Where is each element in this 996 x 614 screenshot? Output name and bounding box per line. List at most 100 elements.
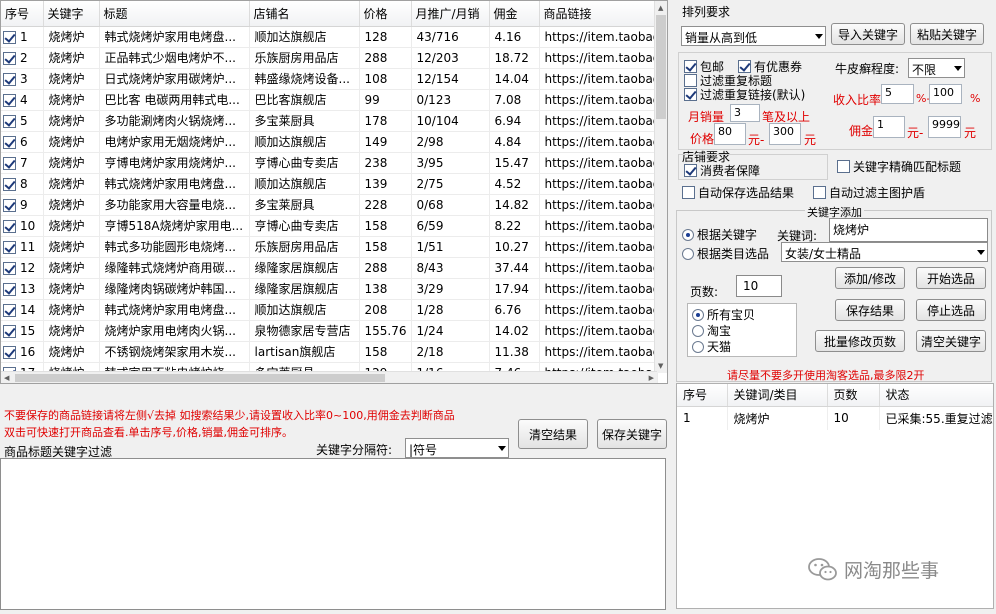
task-col-no[interactable]: 序号 — [677, 384, 728, 407]
row-select-cell[interactable]: 14 — [1, 299, 44, 321]
clear-results-button[interactable]: 清空结果 — [518, 419, 588, 449]
row-checkbox[interactable] — [3, 345, 16, 359]
table-row[interactable]: 5 烧烤炉 多功能涮烤肉火锅烧烤... 多宝莱厨具 178 10/104 6.94 https… — [1, 110, 658, 132]
row-checkbox[interactable] — [3, 72, 16, 86]
vertical-scroll-thumb[interactable] — [656, 15, 666, 119]
row-checkbox[interactable] — [3, 282, 16, 296]
clear-keywords-button[interactable]: 清空关键字 — [916, 330, 986, 352]
table-vertical-scrollbar[interactable]: ▲ ▼ — [654, 1, 667, 373]
row-checkbox[interactable] — [3, 198, 16, 212]
table-row[interactable]: 2 烧烤炉 正品韩式少烟电烤炉不... 乐族厨房用品店 288 12/203 18.72 ht… — [1, 47, 658, 69]
col-header-shop[interactable]: 店铺名 — [249, 1, 360, 27]
separator-select[interactable]: |符号 — [405, 438, 509, 458]
row-checkbox[interactable] — [3, 303, 16, 317]
horizontal-scroll-thumb[interactable] — [15, 374, 385, 382]
row-select-cell[interactable]: 6 — [1, 131, 44, 153]
income-min-input[interactable]: 5 — [881, 84, 914, 104]
table-row[interactable]: 3 烧烤炉 日式烧烤炉家用碳烤炉... 韩盛缘烧烤设备... 108 12/154 14.0… — [1, 68, 658, 90]
leather-select[interactable]: 不限 — [908, 58, 965, 78]
table-row[interactable]: 9 烧烤炉 多功能家用大容量电烧... 多宝莱厨具 228 0/68 14.82 https:… — [1, 194, 658, 216]
row-select-cell[interactable]: 13 — [1, 278, 44, 300]
col-header-no[interactable]: 序号 — [1, 1, 44, 27]
row-select-cell[interactable]: 7 — [1, 152, 44, 174]
scope-taobao-radio[interactable]: 淘宝 — [692, 322, 731, 339]
by-keyword-radio[interactable]: 根据关键字 — [682, 226, 757, 243]
col-header-title[interactable]: 标题 — [99, 1, 250, 27]
col-header-commission[interactable]: 佣金 — [489, 1, 540, 27]
import-keywords-button[interactable]: 导入关键字 — [831, 23, 905, 45]
filter-dup-link-checkbox[interactable]: 过滤重复链接(默认) — [684, 86, 805, 103]
monthly-sales-input[interactable]: 3 — [730, 104, 760, 122]
save-keywords-button[interactable]: 保存关键字 — [597, 419, 667, 449]
task-col-pages[interactable]: 页数 — [827, 384, 880, 407]
income-max-input[interactable]: 100 — [929, 84, 962, 104]
row-select-cell[interactable]: 8 — [1, 173, 44, 195]
task-col-status[interactable]: 状态 — [879, 384, 993, 407]
row-select-cell[interactable]: 2 — [1, 47, 44, 69]
commission-max-input[interactable]: 9999 — [928, 116, 961, 138]
col-header-link[interactable]: 商品链接 — [539, 1, 658, 27]
pages-input[interactable]: 10 — [736, 275, 782, 297]
table-row[interactable]: 1 烧烤炉 韩式烧烤炉家用电烤盘... 顺加达旗舰店 128 43/716 4.16 http… — [1, 26, 658, 48]
scroll-down-icon[interactable]: ▼ — [658, 361, 663, 371]
row-checkbox[interactable] — [3, 324, 16, 338]
table-row[interactable]: 11 烧烤炉 韩式多功能圆形电烧烤... 乐族厨房用品店 158 1/51 10.27 htt… — [1, 236, 658, 258]
table-row[interactable]: 12 烧烤炉 缘隆韩式烧烤炉商用碳... 缘隆家居旗舰店 288 8/43 37.44 htt… — [1, 257, 658, 279]
paste-keywords-button[interactable]: 粘贴关键字 — [910, 23, 984, 45]
save-results-button[interactable]: 保存结果 — [835, 299, 905, 321]
task-col-keyword[interactable]: 关键词/类目 — [727, 384, 828, 407]
row-checkbox[interactable] — [3, 93, 16, 107]
add-modify-button[interactable]: 添加/修改 — [835, 267, 905, 289]
table-row[interactable]: 6 烧烤炉 电烤炉家用无烟烧烤炉... 顺加达旗舰店 149 2/98 4.84 https:… — [1, 131, 658, 153]
row-checkbox[interactable] — [3, 135, 16, 149]
stop-selection-button[interactable]: 停止选品 — [916, 299, 986, 321]
row-select-cell[interactable]: 9 — [1, 194, 44, 216]
row-checkbox[interactable] — [3, 219, 16, 233]
start-selection-button[interactable]: 开始选品 — [916, 267, 986, 289]
table-horizontal-scrollbar[interactable]: ◀ ▶ — [1, 371, 657, 383]
price-max-input[interactable]: 300 — [769, 123, 801, 145]
auto-filter-main-checkbox[interactable]: 自动过滤主图护盾 — [813, 184, 925, 201]
scope-all-radio[interactable]: 所有宝贝 — [692, 306, 755, 323]
scroll-up-icon[interactable]: ▲ — [658, 3, 663, 13]
row-select-cell[interactable]: 11 — [1, 236, 44, 258]
row-select-cell[interactable]: 12 — [1, 257, 44, 279]
by-category-radio[interactable]: 根据类目选品 — [682, 245, 769, 262]
row-select-cell[interactable]: 4 — [1, 89, 44, 111]
table-row[interactable]: 8 烧烤炉 韩式烧烤炉家用电烤盘... 顺加达旗舰店 139 2/75 4.52 https:… — [1, 173, 658, 195]
price-min-input[interactable]: 80 — [714, 123, 746, 145]
row-select-cell[interactable]: 3 — [1, 68, 44, 90]
table-row[interactable]: 7 烧烤炉 亨博电烤炉家用烧烤炉... 亨博心曲专卖店 238 3/95 15.47 http… — [1, 152, 658, 174]
scope-tmall-radio[interactable]: 天猫 — [692, 338, 731, 355]
title-filter-textarea[interactable] — [0, 458, 666, 610]
table-row[interactable]: 14 烧烤炉 韩式烧烤炉家用电烤盘... 顺加达旗舰店 208 1/28 6.76 https… — [1, 299, 658, 321]
category-select[interactable]: 女装/女士精品 — [781, 242, 988, 262]
table-row[interactable]: 15 烧烤炉 烧烤炉家用电烤肉火锅... 泉物德家居专营店 155.76 1/24 14.0… — [1, 320, 658, 342]
row-checkbox[interactable] — [3, 51, 16, 65]
row-select-cell[interactable]: 15 — [1, 320, 44, 342]
exact-match-checkbox[interactable]: 关键字精确匹配标题 — [837, 158, 961, 175]
table-row[interactable]: 13 烧烤炉 缘隆烤肉锅碳烤炉韩国... 缘隆家居旗舰店 138 3/29 17.94 htt… — [1, 278, 658, 300]
row-select-cell[interactable]: 16 — [1, 341, 44, 363]
col-header-keyword[interactable]: 关键字 — [43, 1, 100, 27]
commission-min-input[interactable]: 1 — [873, 116, 905, 138]
row-checkbox[interactable] — [3, 114, 16, 128]
row-select-cell[interactable]: 5 — [1, 110, 44, 132]
row-checkbox[interactable] — [3, 30, 16, 44]
row-checkbox[interactable] — [3, 156, 16, 170]
consumer-protection-checkbox[interactable]: 消费者保障 — [684, 162, 760, 179]
sort-select[interactable]: 销量从高到低 — [681, 26, 826, 46]
product-table[interactable]: 序号 关键字 标题 店铺名 价格 月推广/月销 佣金 商品链接 1 烧烤炉 韩式烧烤… — [0, 0, 668, 384]
table-row[interactable]: 4 烧烤炉 巴比客 电碳两用韩式电... 巴比客旗舰店 99 0/123 7.08 https… — [1, 89, 658, 111]
scroll-right-icon[interactable]: ▶ — [649, 373, 654, 383]
col-header-sales[interactable]: 月推广/月销 — [411, 1, 490, 27]
row-select-cell[interactable]: 1 — [1, 26, 44, 48]
auto-save-checkbox[interactable]: 自动保存选品结果 — [682, 184, 794, 201]
table-row[interactable]: 10 烧烤炉 亨博518A烧烤炉家用电... 亨博心曲专卖店 158 6/59 8.22 ht… — [1, 215, 658, 237]
batch-modify-pages-button[interactable]: 批量修改页数 — [815, 330, 905, 352]
row-checkbox[interactable] — [3, 240, 16, 254]
row-checkbox[interactable] — [3, 177, 16, 191]
table-row[interactable]: 16 烧烤炉 不锈钢烧烤架家用木炭... lartisan旗舰店 158 2/18 11.3… — [1, 341, 658, 363]
row-select-cell[interactable]: 10 — [1, 215, 44, 237]
keyword-input[interactable]: 烧烤炉 — [829, 218, 988, 242]
